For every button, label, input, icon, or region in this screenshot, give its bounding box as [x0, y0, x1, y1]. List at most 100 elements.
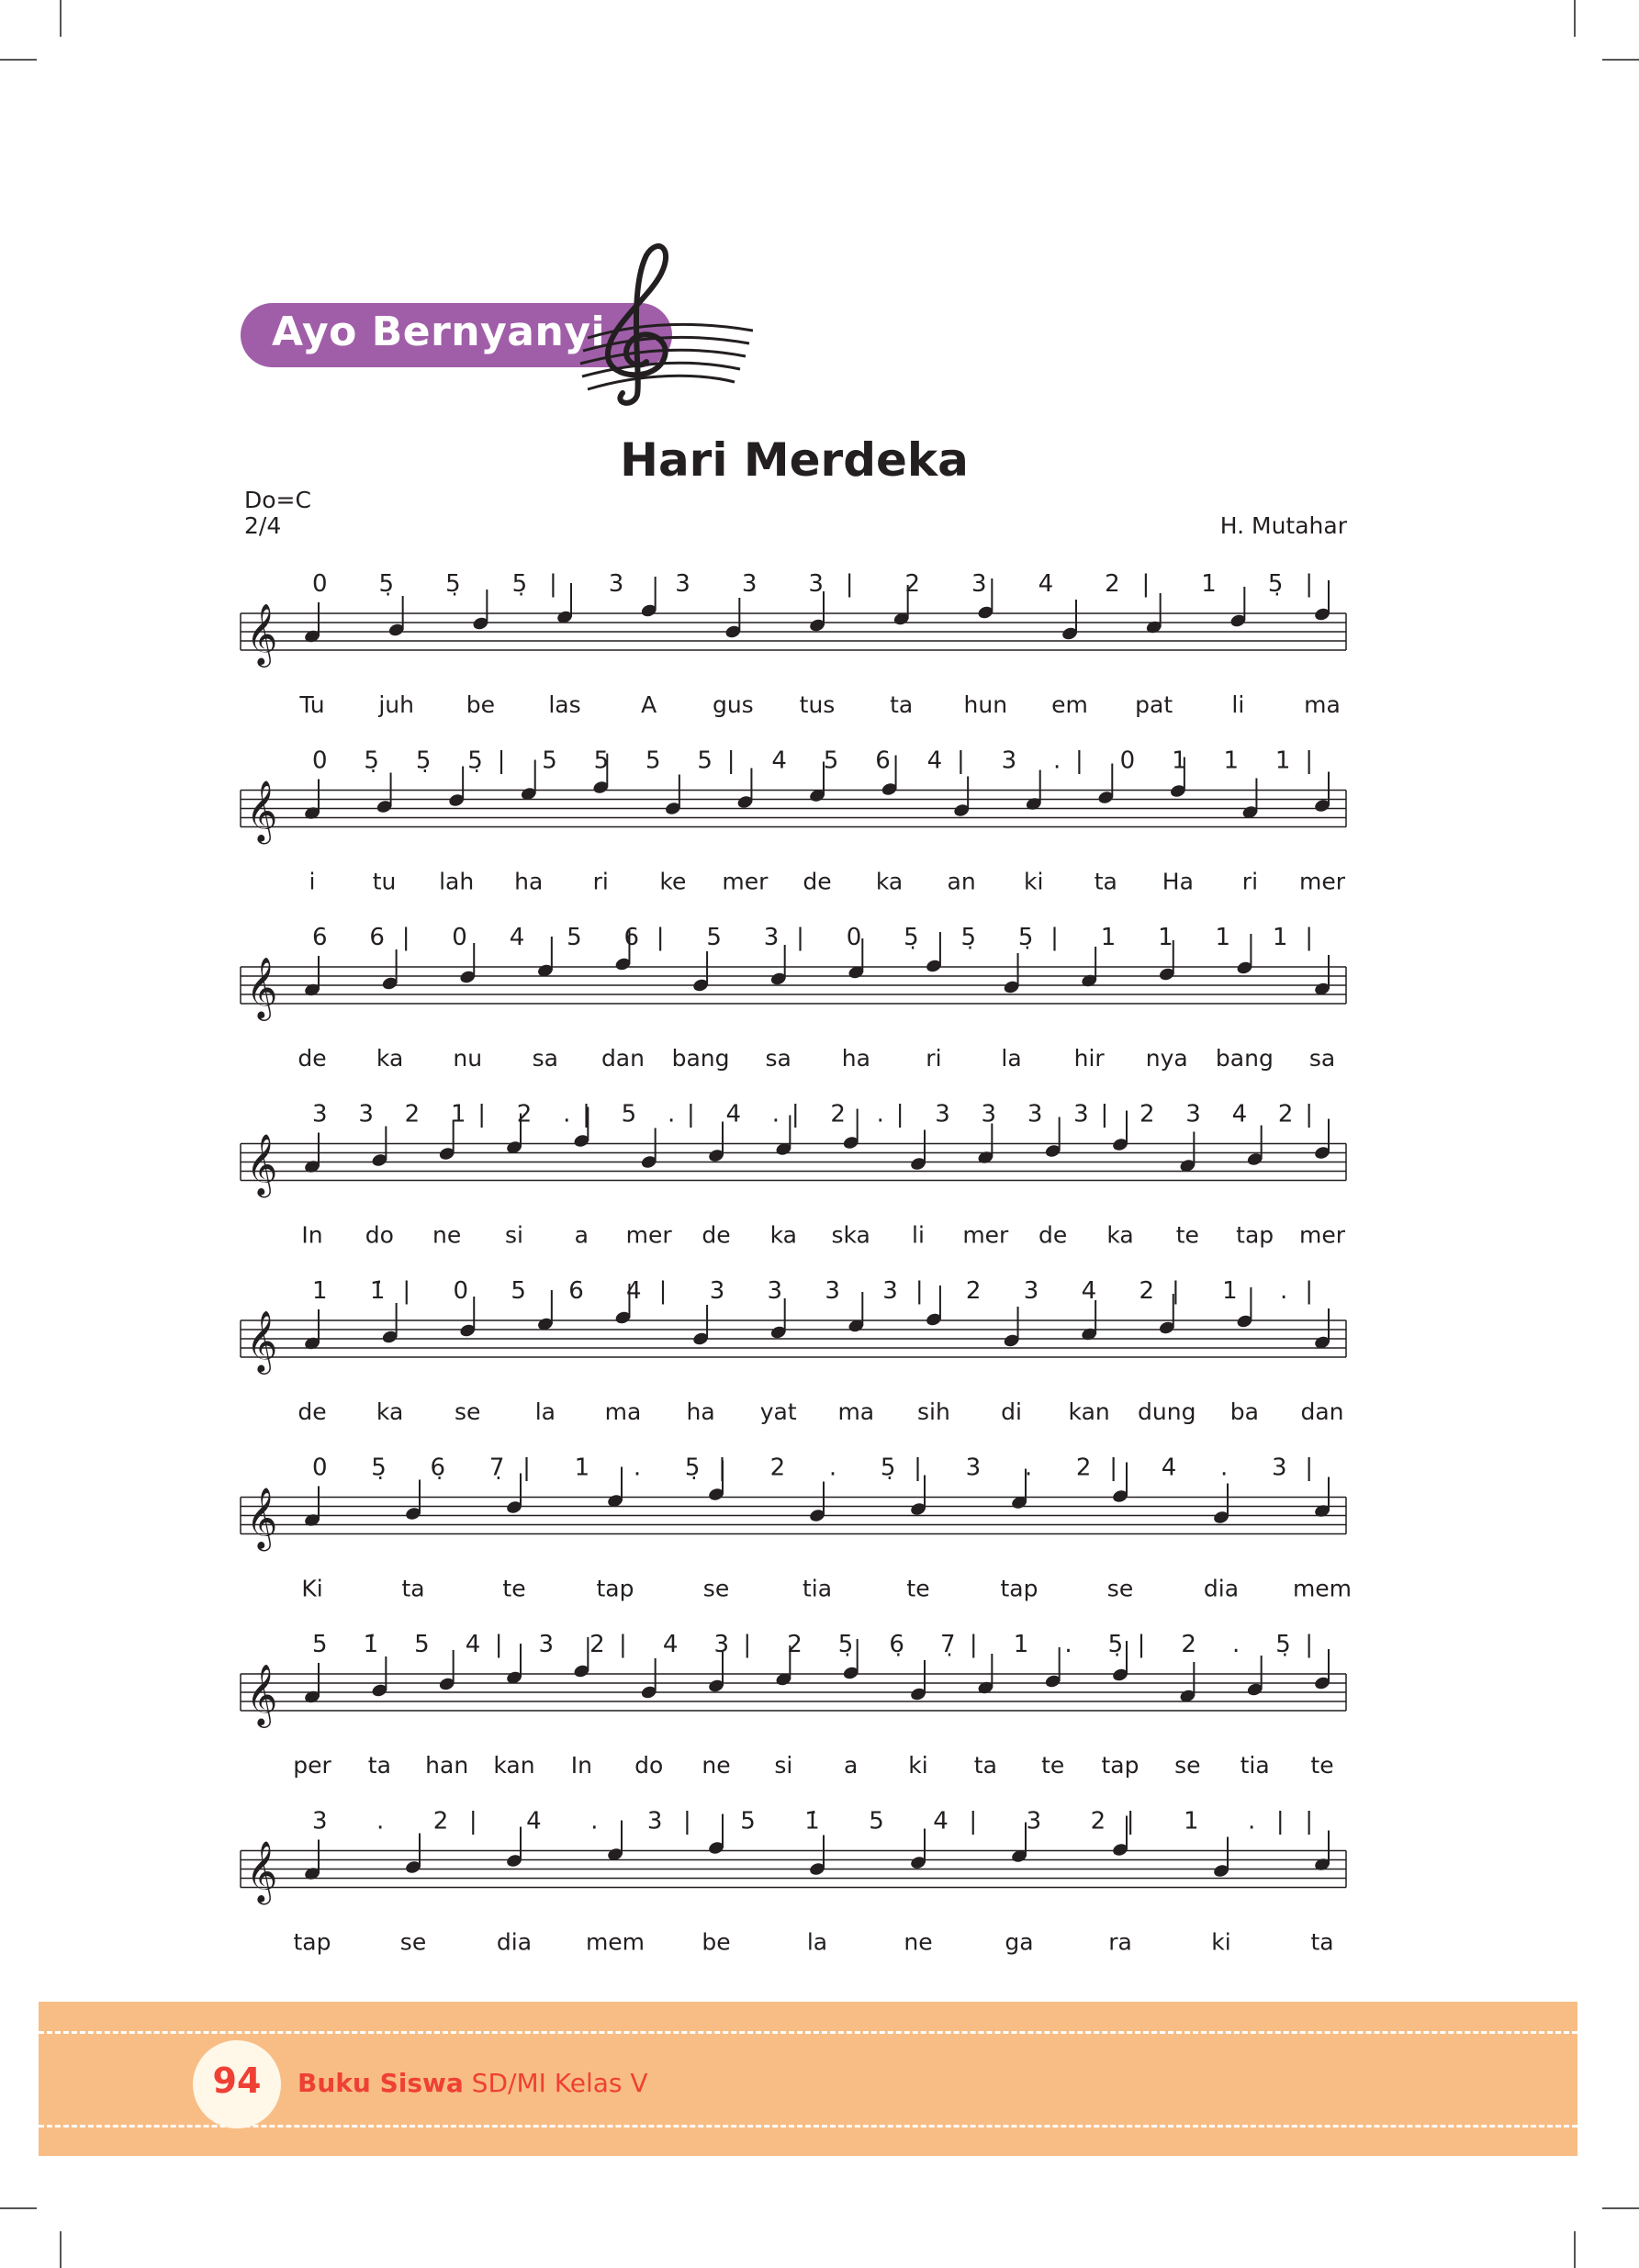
crop-mark — [1602, 2207, 1639, 2209]
treble-clef-icon: 𝄞 — [246, 1487, 277, 1552]
lyric-syllable: tap — [597, 1576, 634, 1602]
lyric-syllable: an — [948, 869, 976, 895]
lyric-syllable: ki — [1211, 1929, 1230, 1956]
lyric-syllable: dan — [1300, 1398, 1343, 1425]
lyric-syllable: pat — [1135, 691, 1173, 718]
lyric-syllable: las — [548, 691, 580, 718]
lyric-syllable: Ki — [301, 1576, 322, 1602]
crop-mark — [1574, 2231, 1576, 2268]
lyric-syllable: ri — [1242, 869, 1258, 895]
lyric-syllable: si — [774, 1752, 792, 1779]
book-label-bold: Buku Siswa — [297, 2068, 464, 2098]
lyric-syllable: nya — [1146, 1045, 1188, 1072]
lyric-syllable: In — [301, 1222, 322, 1249]
lyric-syllable: be — [466, 691, 495, 718]
lyric-syllable: ta — [1310, 1929, 1333, 1956]
lyric-syllable: ka — [1106, 1222, 1133, 1249]
footer-dash-bottom — [39, 2125, 1577, 2128]
lyric-syllable: mer — [962, 1222, 1009, 1249]
lyric-syllable: de — [702, 1222, 730, 1249]
lyric-syllable: de — [297, 1398, 326, 1425]
lyric-syllable: do — [634, 1752, 663, 1779]
lyric-syllable: In — [571, 1752, 592, 1779]
lyric-syllable: de — [803, 869, 831, 895]
lyric-syllable: kan — [493, 1752, 534, 1779]
lyric-syllable: ka — [376, 1398, 403, 1425]
lyric-syllable: te — [1310, 1752, 1333, 1779]
lyric-syllable: nu — [453, 1045, 482, 1072]
lyric-syllable: di — [1001, 1398, 1022, 1425]
treble-clef-icon: 𝄞 — [246, 956, 277, 1021]
sheet-music: 0 5̣ 5̣ 5̣| 3 3 3 3| 2 3 4 2| 1 5̣| 𝄞 Tu ju… — [240, 570, 1352, 1956]
treble-clef-icon: 𝄞 — [246, 1133, 277, 1198]
number-notation: 1 1̇| 0 5 6 4| 3 3 3 3| 2 3 4 2| 1 .| — [312, 1277, 1313, 1305]
crop-mark — [0, 2207, 37, 2209]
lyric-syllable: mer — [626, 1222, 673, 1249]
lyric-syllable: a — [575, 1222, 589, 1249]
lyric-syllable: sa — [533, 1045, 558, 1072]
lyric-syllable: ne — [432, 1222, 461, 1249]
lyric-syllable: Tu — [298, 691, 324, 718]
lyric-syllable: ma — [1304, 691, 1341, 718]
lyric-syllable: de — [297, 1045, 326, 1072]
lyric-syllable: tia — [803, 1576, 832, 1602]
treble-clef-icon: 𝄞 — [246, 1840, 277, 1905]
lyric-syllable: bang — [672, 1045, 730, 1072]
treble-clef-icon: 𝄞 — [246, 1309, 277, 1375]
lyric-syllable: se — [1174, 1752, 1200, 1779]
lyric-syllable: ke — [659, 869, 686, 895]
lyric-syllable: de — [1038, 1222, 1067, 1249]
lyric-syllable: kan — [1069, 1398, 1110, 1425]
lyric-syllable: te — [502, 1576, 525, 1602]
lyric-syllable: em — [1051, 691, 1088, 718]
number-notation: 3 . 2| 4 . 3| 5 1̇ 5 4| 3 2| 1 .|| — [312, 1808, 1313, 1836]
lyric-syllable: Ha — [1162, 869, 1194, 895]
lyric-syllable: mer — [722, 869, 769, 895]
number-notation: 6 6| 0 4 5 6| 5 3| 0 5̣ 5̣ 5̣| 1 1 1 1| — [312, 924, 1313, 951]
lyric-syllable: hir — [1074, 1045, 1106, 1072]
lyric-syllable: la — [807, 1929, 827, 1956]
lyric-syllable: bang — [1216, 1045, 1274, 1072]
lyric-syllable: ta — [1095, 869, 1117, 895]
lyric-syllable: ka — [770, 1222, 797, 1249]
lyric-syllable: han — [425, 1752, 468, 1779]
lyric-syllable: ma — [837, 1398, 874, 1425]
lyric-syllable: lah — [439, 869, 474, 895]
lyric-syllable: ma — [605, 1398, 642, 1425]
lyric-syllable: ta — [890, 691, 913, 718]
lyric-syllable: yat — [760, 1398, 797, 1425]
number-notation: 0 5̣ 6̣ 7̣| 1 . 5̣| 2 . 5̣| 3 . 2| 4 . 3… — [312, 1454, 1313, 1482]
lyric-syllable: ha — [514, 869, 543, 895]
lyric-syllable: per — [293, 1752, 331, 1779]
footer-dash-top — [39, 2031, 1577, 2034]
lyric-syllable: si — [505, 1222, 523, 1249]
lyric-syllable: sa — [1309, 1045, 1335, 1072]
lyric-syllable: se — [455, 1398, 480, 1425]
lyric-syllable: ga — [1005, 1929, 1033, 1956]
lyric-syllable: mem — [1293, 1576, 1352, 1602]
book-label-rest: SD/MI Kelas V — [463, 2068, 648, 2098]
lyric-syllable: dung — [1138, 1398, 1196, 1425]
lyric-syllable: ta — [974, 1752, 997, 1779]
lyric-syllable: gus — [713, 691, 754, 718]
lyric-syllable: li — [912, 1222, 925, 1249]
book-label: Buku Siswa SD/MI Kelas V — [297, 2068, 648, 2098]
lyric-syllable: ka — [876, 869, 903, 895]
lyric-syllable: mer — [1299, 869, 1346, 895]
lyric-syllable: tia — [1240, 1752, 1270, 1779]
lyric-syllable: mem — [586, 1929, 645, 1956]
lyric-syllable: dan — [601, 1045, 645, 1072]
lyric-syllable: la — [1001, 1045, 1021, 1072]
lyric-syllable: tap — [1102, 1752, 1139, 1779]
crop-mark — [60, 2231, 62, 2268]
lyric-syllable: ri — [926, 1045, 941, 1072]
lyric-syllable: ne — [904, 1929, 932, 1956]
lyric-syllable: ri — [593, 869, 609, 895]
lyric-syllable: ta — [368, 1752, 391, 1779]
lyric-syllable: dia — [1204, 1576, 1239, 1602]
lyric-syllable: ba — [1230, 1398, 1259, 1425]
lyric-syllable: tap — [294, 1929, 331, 1956]
lyric-syllable: se — [703, 1576, 729, 1602]
lyric-syllable: ta — [401, 1576, 424, 1602]
lyric-syllable: la — [535, 1398, 556, 1425]
